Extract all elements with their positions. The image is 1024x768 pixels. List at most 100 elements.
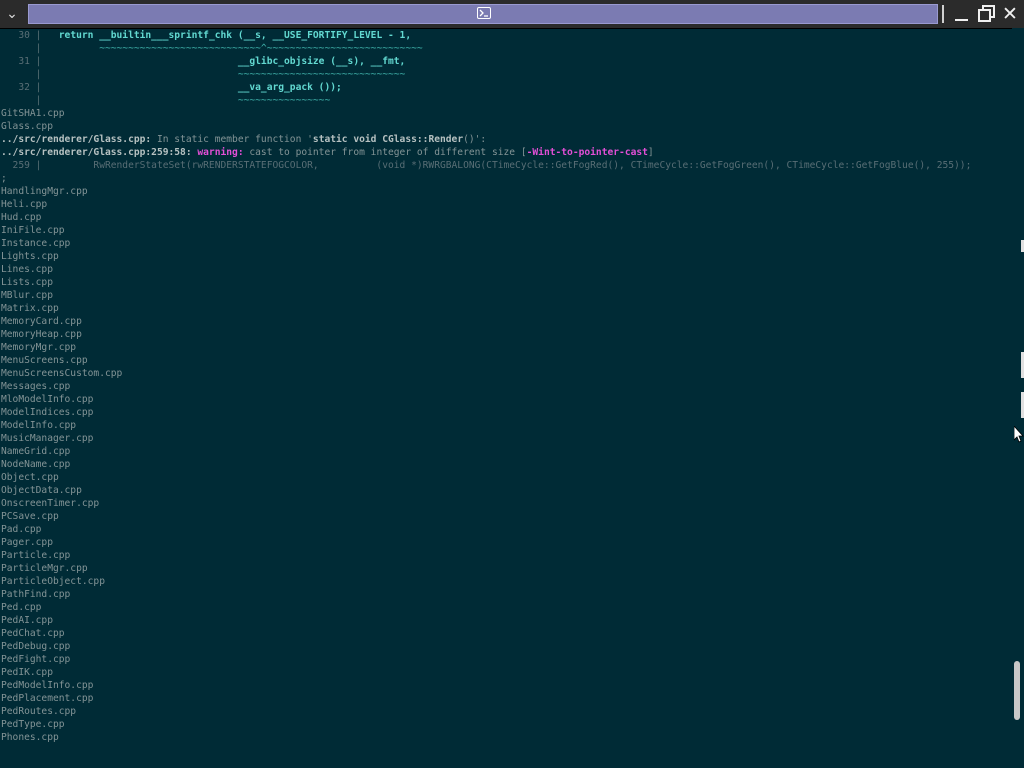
file-name: PathFind.cpp bbox=[1, 589, 71, 600]
compiled-file-line: PathFind.cpp bbox=[1, 588, 70, 601]
file-name: MenuScreens.cpp bbox=[1, 355, 88, 366]
compiled-file-line: PedRoutes.cpp bbox=[1, 705, 76, 718]
source-code: ; bbox=[1, 173, 7, 184]
scrollbar-thumb[interactable] bbox=[1014, 661, 1020, 720]
file-name: ModelIndices.cpp bbox=[1, 407, 94, 418]
compiled-file-line: MemoryMgr.cpp bbox=[1, 341, 76, 354]
file-name: Object.cpp bbox=[1, 472, 59, 483]
diagnostic-warning-line: ../src/renderer/Glass.cpp:259:58: warnin… bbox=[1, 146, 654, 159]
compiled-file-line: Lists.cpp bbox=[1, 276, 53, 289]
code-context-line: 30 | return __builtin___sprintf_chk (__s… bbox=[1, 29, 411, 42]
file-name: Messages.cpp bbox=[1, 381, 71, 392]
file-name: Instance.cpp bbox=[1, 238, 71, 249]
compiled-file-line: PedIK.cpp bbox=[1, 666, 53, 679]
file-name: GitSHA1.cpp bbox=[1, 108, 65, 119]
compiled-file-line: Glass.cpp bbox=[1, 120, 53, 133]
compiled-file-line: HandlingMgr.cpp bbox=[1, 185, 88, 198]
compiled-file-line: MusicManager.cpp bbox=[1, 432, 93, 445]
file-name: ParticleMgr.cpp bbox=[1, 563, 88, 574]
file-name: Pad.cpp bbox=[1, 524, 42, 535]
compiled-file-line: Heli.cpp bbox=[1, 198, 47, 211]
code-context-line: | ~~~~~~~~~~~~~~~~ bbox=[1, 94, 331, 107]
code-text: return __builtin___sprintf_chk (__s, __U… bbox=[41, 30, 412, 41]
file-name: MemoryMgr.cpp bbox=[1, 342, 77, 353]
minimize-button[interactable] bbox=[952, 4, 972, 24]
file-name: Heli.cpp bbox=[1, 199, 48, 210]
maximize-button[interactable] bbox=[977, 4, 997, 24]
compiled-file-line: MloModelInfo.cpp bbox=[1, 393, 93, 406]
file-name: Lists.cpp bbox=[1, 277, 53, 288]
code-context-line: | ~~~~~~~~~~~~~~~~~~~~~~~~~~~~~ bbox=[1, 68, 406, 81]
diagnostic-text: ()': bbox=[463, 134, 487, 145]
file-name: Hud.cpp bbox=[1, 212, 42, 223]
compiled-file-line: Particle.cpp bbox=[1, 549, 70, 562]
compiled-file-line: ObjectData.cpp bbox=[1, 484, 82, 497]
file-name: HandlingMgr.cpp bbox=[1, 186, 88, 197]
warning-location: ../src/renderer/Glass.cpp:259:58: bbox=[1, 147, 192, 158]
compiled-file-line: PedFight.cpp bbox=[1, 653, 70, 666]
warning-message: cast to pointer from integer of differen… bbox=[243, 147, 527, 158]
file-name: MBlur.cpp bbox=[1, 290, 53, 301]
compiled-file-line: ParticleMgr.cpp bbox=[1, 562, 88, 575]
compiled-file-line: MenuScreens.cpp bbox=[1, 354, 88, 367]
diagnostic-semicolon-line: ; bbox=[1, 172, 7, 185]
file-name: ObjectData.cpp bbox=[1, 485, 82, 496]
diagnostic-text: In static member function ' bbox=[151, 134, 313, 145]
compiled-file-line: Hud.cpp bbox=[1, 211, 41, 224]
file-name: ModelInfo.cpp bbox=[1, 420, 77, 431]
file-name: MloModelInfo.cpp bbox=[1, 394, 94, 405]
file-name: MemoryCard.cpp bbox=[1, 316, 82, 327]
compiled-file-line: Ped.cpp bbox=[1, 601, 41, 614]
code-context-line: | ~~~~~~~~~~~~~~~~~~~~~~~~~~~~^~~~~~~~~~… bbox=[1, 42, 423, 55]
file-name: PedIK.cpp bbox=[1, 667, 53, 678]
diagnostic-function-line: ../src/renderer/Glass.cpp: In static mem… bbox=[1, 133, 486, 146]
compiled-file-line: ParticleObject.cpp bbox=[1, 575, 105, 588]
code-text: ~~~~~~~~~~~~~~~~~~~~~~~~~~~~~ bbox=[41, 69, 406, 80]
file-name: Lines.cpp bbox=[1, 264, 53, 275]
file-name: NameGrid.cpp bbox=[1, 446, 71, 457]
file-name: Pager.cpp bbox=[1, 537, 53, 548]
line-gutter: | bbox=[1, 43, 42, 54]
source-code: 259 | RwRenderStateSet(rwRENDERSTATEFOGC… bbox=[1, 160, 972, 171]
file-name: PedFight.cpp bbox=[1, 654, 71, 665]
compiled-file-line: Object.cpp bbox=[1, 471, 59, 484]
compiled-file-line: PedAI.cpp bbox=[1, 614, 53, 627]
title-bar: ⌄ ✕ bbox=[0, 0, 1024, 29]
chevron-down-icon[interactable]: ⌄ bbox=[0, 2, 24, 26]
warning-flag: -Wint-to-pointer-cast bbox=[526, 147, 648, 158]
warning-label: warning: bbox=[191, 147, 244, 158]
file-name: Ped.cpp bbox=[1, 602, 42, 613]
file-name: PCSave.cpp bbox=[1, 511, 59, 522]
line-gutter: 32 | bbox=[1, 82, 42, 93]
compiled-file-line: MenuScreensCustom.cpp bbox=[1, 367, 122, 380]
line-gutter: | bbox=[1, 69, 42, 80]
compiled-file-line: MBlur.cpp bbox=[1, 289, 53, 302]
file-name: OnscreenTimer.cpp bbox=[1, 498, 100, 509]
compiled-file-line: Instance.cpp bbox=[1, 237, 70, 250]
compiled-file-line: PedModelInfo.cpp bbox=[1, 679, 93, 692]
function-signature: static void CGlass::Render bbox=[312, 134, 464, 145]
file-name: Glass.cpp bbox=[1, 121, 53, 132]
file-name: PedAI.cpp bbox=[1, 615, 53, 626]
terminal-output[interactable]: 30 | return __builtin___sprintf_chk (__s… bbox=[0, 28, 1010, 768]
compiled-file-line: Pad.cpp bbox=[1, 523, 41, 536]
maximize-icon bbox=[978, 9, 991, 22]
file-name: Lights.cpp bbox=[1, 251, 59, 262]
code-context-line: 31 | __glibc_objsize (__s), __fmt, bbox=[1, 55, 405, 68]
file-name: PedRoutes.cpp bbox=[1, 706, 77, 717]
compiled-file-line: Messages.cpp bbox=[1, 380, 70, 393]
file-name: Phones.cpp bbox=[1, 732, 59, 743]
code-context-line: 32 | __va_arg_pack ()); bbox=[1, 81, 342, 94]
compiled-file-line: ModelIndices.cpp bbox=[1, 406, 93, 419]
line-gutter: | bbox=[1, 95, 42, 106]
window-title-field[interactable] bbox=[28, 4, 938, 24]
file-name: PedModelInfo.cpp bbox=[1, 680, 94, 691]
file-name: NodeName.cpp bbox=[1, 459, 71, 470]
close-button[interactable]: ✕ bbox=[1000, 4, 1020, 24]
compiled-file-line: PedType.cpp bbox=[1, 718, 65, 731]
code-text: ~~~~~~~~~~~~~~~~~~~~~~~~~~~~^~~~~~~~~~~~… bbox=[41, 43, 423, 54]
compiled-file-line: Lights.cpp bbox=[1, 250, 59, 263]
mouse-cursor-icon bbox=[1014, 426, 1024, 443]
code-text: __va_arg_pack ()); bbox=[41, 82, 342, 93]
compiled-file-line: Pager.cpp bbox=[1, 536, 53, 549]
